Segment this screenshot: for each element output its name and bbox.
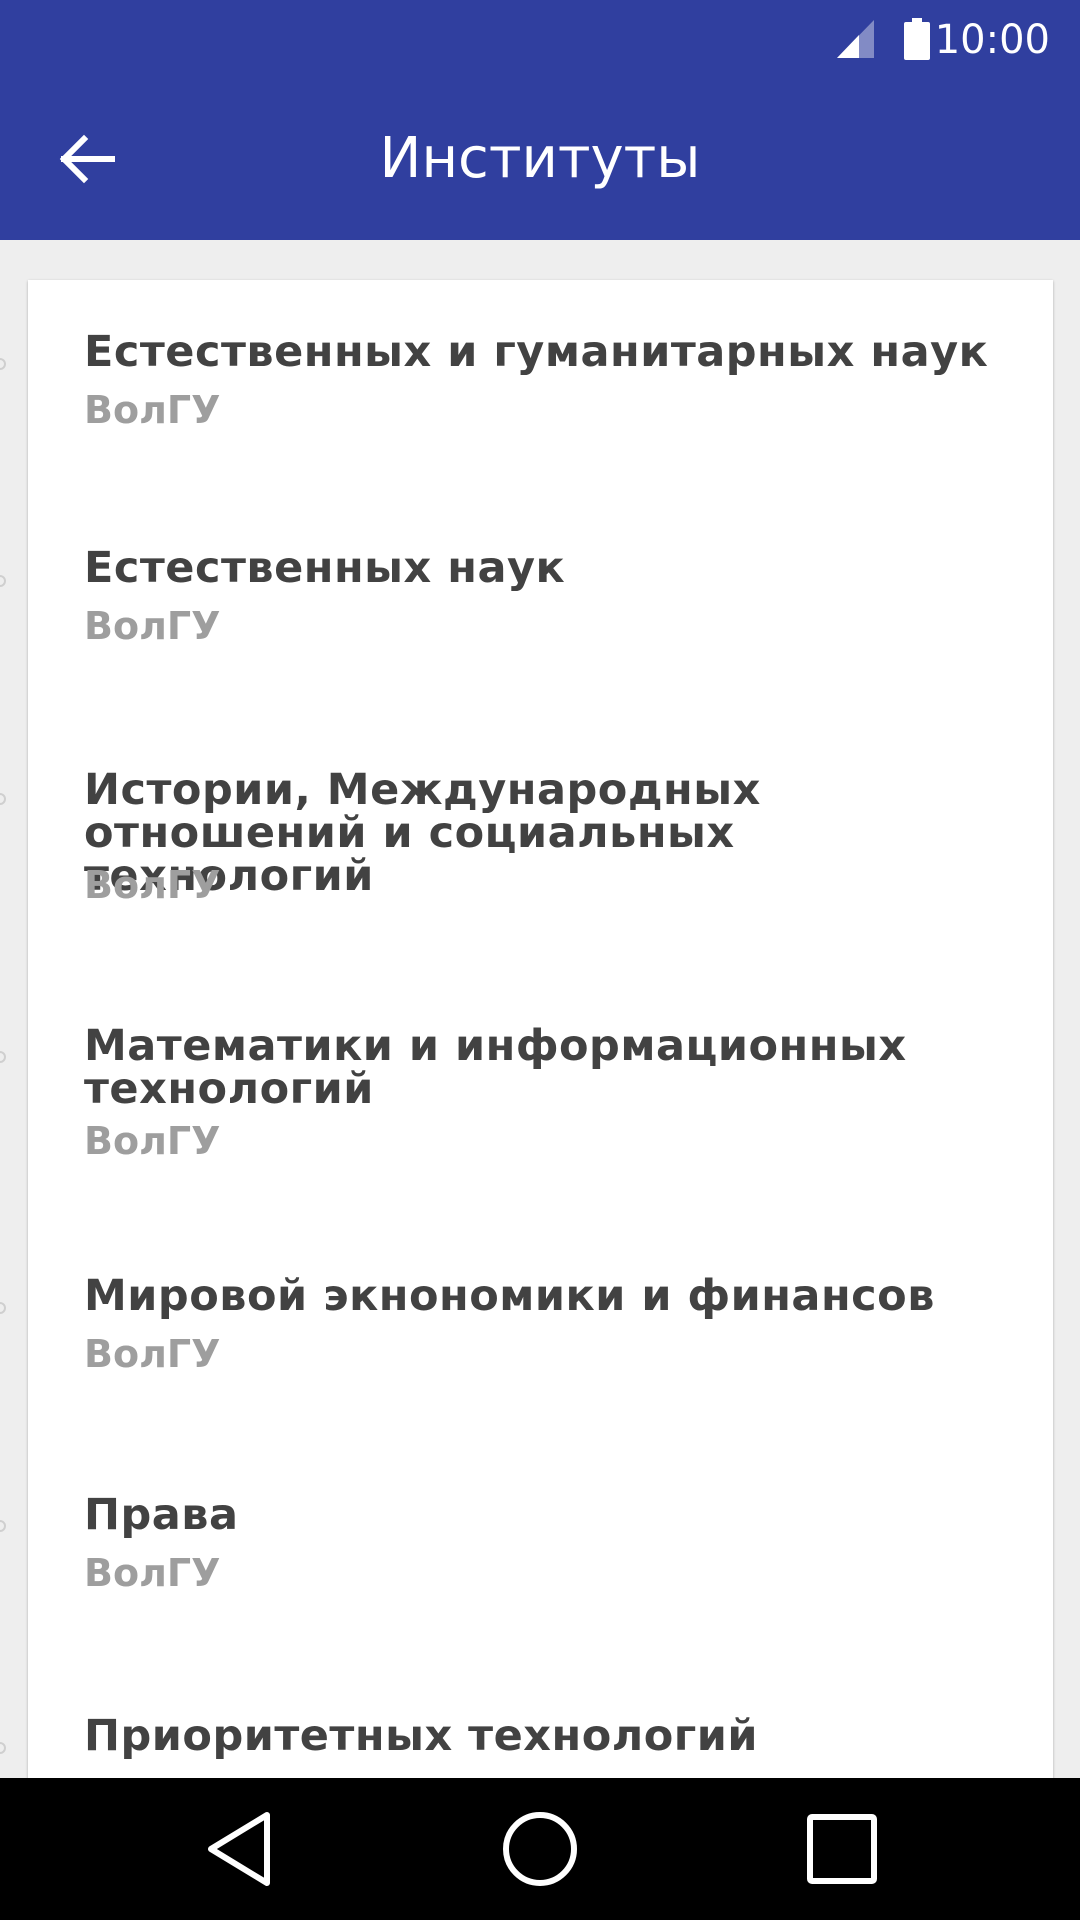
institute-university: ВолГУ	[84, 1551, 221, 1595]
navigation-bar	[0, 1778, 1080, 1920]
institute-university: ВолГУ	[84, 1119, 221, 1163]
scroll-marker	[0, 793, 6, 805]
institute-name: Истории, Международных отношений и социа…	[84, 765, 761, 901]
institute-university: ВолГУ	[84, 604, 221, 648]
app-bar: Институты	[0, 78, 1080, 240]
list-item[interactable]: Мировой экнономики и финансов ВолГУ	[28, 1223, 1053, 1441]
list-item[interactable]: Приоритетных технологий	[28, 1659, 1053, 1780]
scroll-marker	[0, 1520, 6, 1532]
institute-name: Естественных и гуманитарных наук	[84, 327, 989, 377]
scroll-marker	[0, 1051, 6, 1063]
list-item[interactable]: Естественных наук ВолГУ	[28, 495, 1053, 713]
institute-name: Математики и информационных технологий	[84, 1021, 907, 1114]
list-item[interactable]: Естественных и гуманитарных наук ВолГУ	[28, 280, 1053, 495]
nav-recents-icon	[807, 1814, 877, 1884]
status-time: 10:00	[934, 17, 1050, 63]
nav-home-button[interactable]	[484, 1793, 596, 1905]
institute-name: Мировой экнономики и финансов	[84, 1271, 935, 1321]
nav-home-icon	[503, 1812, 577, 1886]
institute-university: ВолГУ	[84, 388, 221, 432]
scroll-marker	[0, 1742, 6, 1754]
list-item[interactable]: Истории, Международных отношений и социа…	[28, 713, 1053, 968]
institute-name: Естественных наук	[84, 543, 566, 593]
nav-back-button[interactable]	[183, 1793, 295, 1905]
signal-icon	[837, 20, 874, 58]
scroll-marker	[0, 358, 6, 370]
nav-back-icon	[208, 1812, 270, 1886]
list-item[interactable]: Математики и информационных технологий В…	[28, 968, 1053, 1223]
institute-university: ВолГУ	[84, 863, 221, 907]
scroll-marker	[0, 575, 6, 587]
institute-name: Права	[84, 1490, 239, 1540]
nav-recents-button[interactable]	[786, 1793, 898, 1905]
list-item[interactable]: Права ВолГУ	[28, 1441, 1053, 1659]
institute-university: ВолГУ	[84, 1332, 221, 1376]
institutes-list: Естественных и гуманитарных наук ВолГУ Е…	[28, 280, 1053, 1780]
status-bar: 10:00	[0, 0, 1080, 78]
institute-name: Приоритетных технологий	[84, 1711, 758, 1761]
battery-icon	[904, 18, 930, 60]
page-title: Институты	[379, 126, 701, 191]
scroll-marker	[0, 1302, 6, 1314]
